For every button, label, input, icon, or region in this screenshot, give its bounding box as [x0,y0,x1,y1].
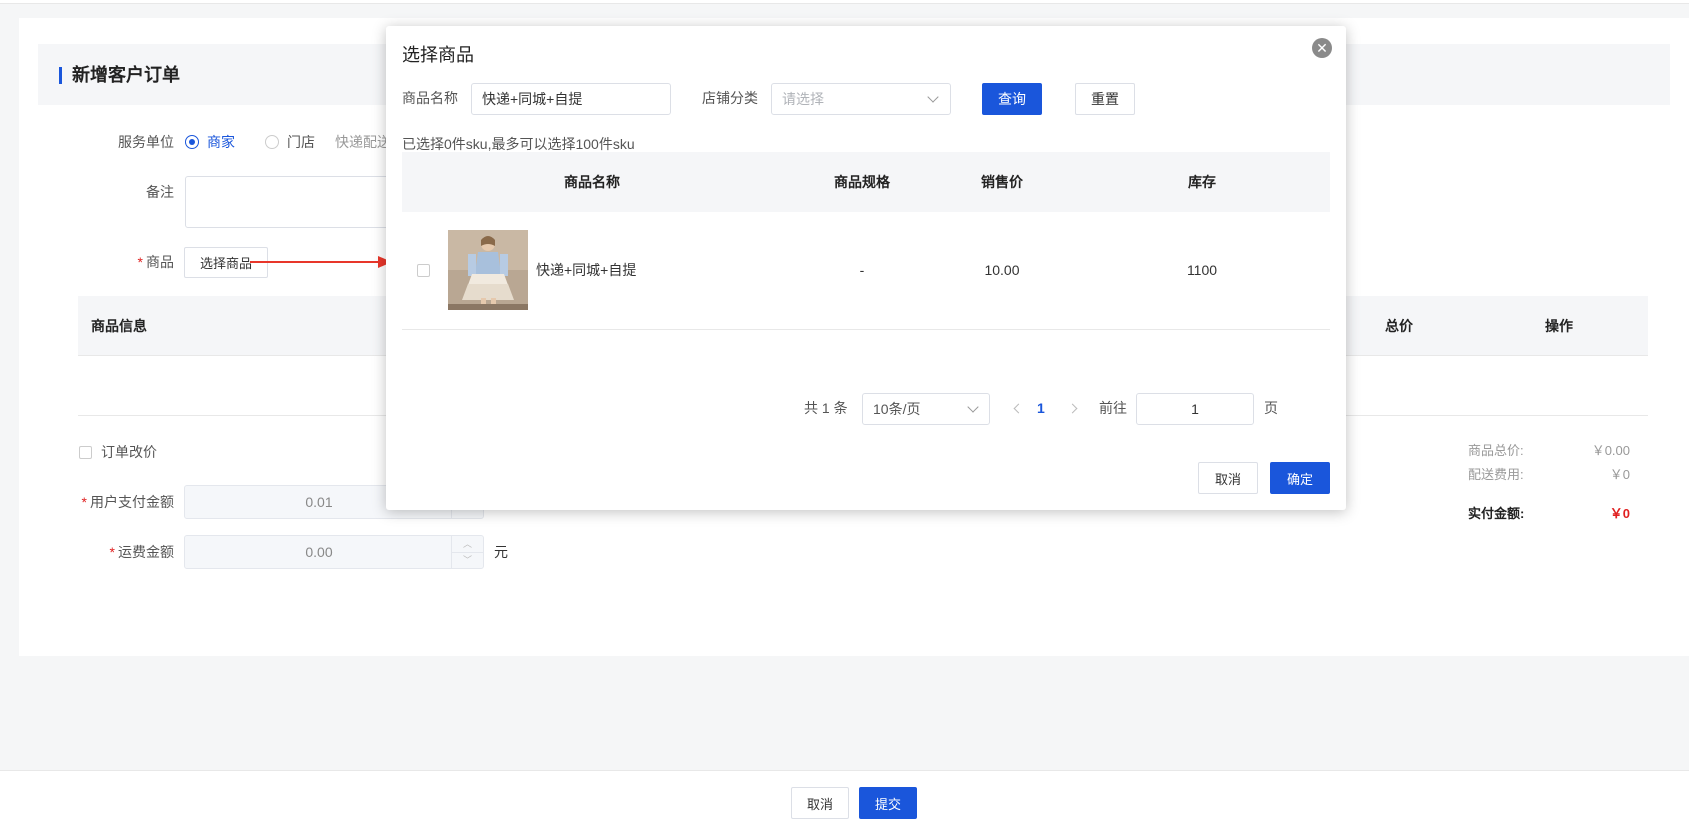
service-unit-label: 服务单位 [118,134,174,150]
dialog-title: 选择商品 [402,45,474,65]
freight-value: 0.00 [305,544,333,560]
goto-page-input[interactable]: 1 [1136,393,1254,425]
footer-cancel-button[interactable]: 取消 [791,787,849,819]
actual-pay-value: ￥0 [1609,506,1630,521]
freight-label: * 运费金额 [109,544,174,560]
page-number-current[interactable]: 1 [1037,398,1045,418]
page-suffix: 页 [1264,400,1278,416]
order-price-change-checkbox[interactable] [79,446,92,459]
radio-merchant[interactable] [185,135,199,149]
actual-pay-label: 实付金额: [1468,506,1525,521]
select-goods-dialog: 选择商品 ✕ 商品名称 快递+同城+自提 店铺分类 请选择 查询 重置 已选择0… [386,26,1346,510]
goods-name-input[interactable]: 快递+同城+自提 [471,83,671,115]
pagination-total: 共 1 条 [804,400,848,416]
row-goods-spec: - [859,262,865,278]
goods-list-header: 商品名称 商品规格 销售价 库存 [402,152,1330,212]
col-goods-spec: 商品规格 [834,174,890,190]
selection-hint: 已选择0件sku,最多可以选择100件sku [402,136,635,152]
top-bar [0,0,1689,4]
shop-category-label: 店铺分类 [702,90,758,106]
prev-page-icon[interactable] [1013,403,1024,414]
col-goods-info: 商品信息 [91,318,147,334]
radio-store-label[interactable]: 门店 [287,132,315,152]
shop-category-select[interactable]: 请选择 [771,83,951,115]
freight-unit: 元 [494,544,508,560]
col-stock: 库存 [1188,174,1216,190]
goods-total-label: 商品总价: [1468,443,1524,458]
delivery-fee-value: ￥0 [1609,467,1630,482]
freight-input[interactable]: 0.00 ︿ ﹀ [184,535,484,569]
row-checkbox[interactable] [417,264,430,277]
goto-label: 前往 [1099,400,1127,416]
title-accent-bar [59,67,62,84]
user-pay-label: * 用户支付金额 [81,494,174,510]
page-title: 新增客户订单 [72,65,180,85]
col-sale-price: 销售价 [981,174,1023,190]
radio-merchant-label[interactable]: 商家 [207,132,235,152]
footer-bar: 取消 提交 [0,770,1689,830]
next-page-icon[interactable] [1067,403,1078,414]
product-image [448,230,528,310]
goods-name-label: 商品名称 [402,90,458,106]
order-price-change-label[interactable]: 订单改价 [101,442,157,462]
dialog-confirm-button[interactable]: 确定 [1270,462,1330,494]
product-thumbnail [448,230,528,310]
remark-label: 备注 [146,184,174,200]
dialog-cancel-button[interactable]: 取消 [1198,462,1258,494]
radio-store[interactable] [265,135,279,149]
stepper-down-icon[interactable]: ﹀ [463,556,472,565]
annotation-arrow [250,261,380,263]
goods-total-value: ￥0.00 [1591,443,1630,458]
table-row[interactable]: 快递+同城+自提 - 10.00 1100 [402,212,1330,330]
delivery-fee-label: 配送费用: [1468,467,1524,482]
col-total: 总价 [1385,318,1413,334]
remark-textarea[interactable] [185,176,395,228]
col-goods-name: 商品名称 [564,174,620,190]
goods-label: * 商品 [137,254,174,270]
row-sale-price: 10.00 [984,262,1020,278]
service-extra-text: 快递配送 [335,134,386,150]
close-icon[interactable]: ✕ [1312,38,1332,58]
col-actions: 操作 [1545,318,1573,334]
row-stock: 1100 [1186,262,1218,278]
stepper-up-icon[interactable]: ︿ [463,540,472,549]
reset-button[interactable]: 重置 [1075,83,1135,115]
freight-stepper[interactable]: ︿ ﹀ [451,536,483,568]
footer-submit-button[interactable]: 提交 [859,787,917,819]
query-button[interactable]: 查询 [982,83,1042,115]
row-goods-name: 快递+同城+自提 [536,262,637,278]
